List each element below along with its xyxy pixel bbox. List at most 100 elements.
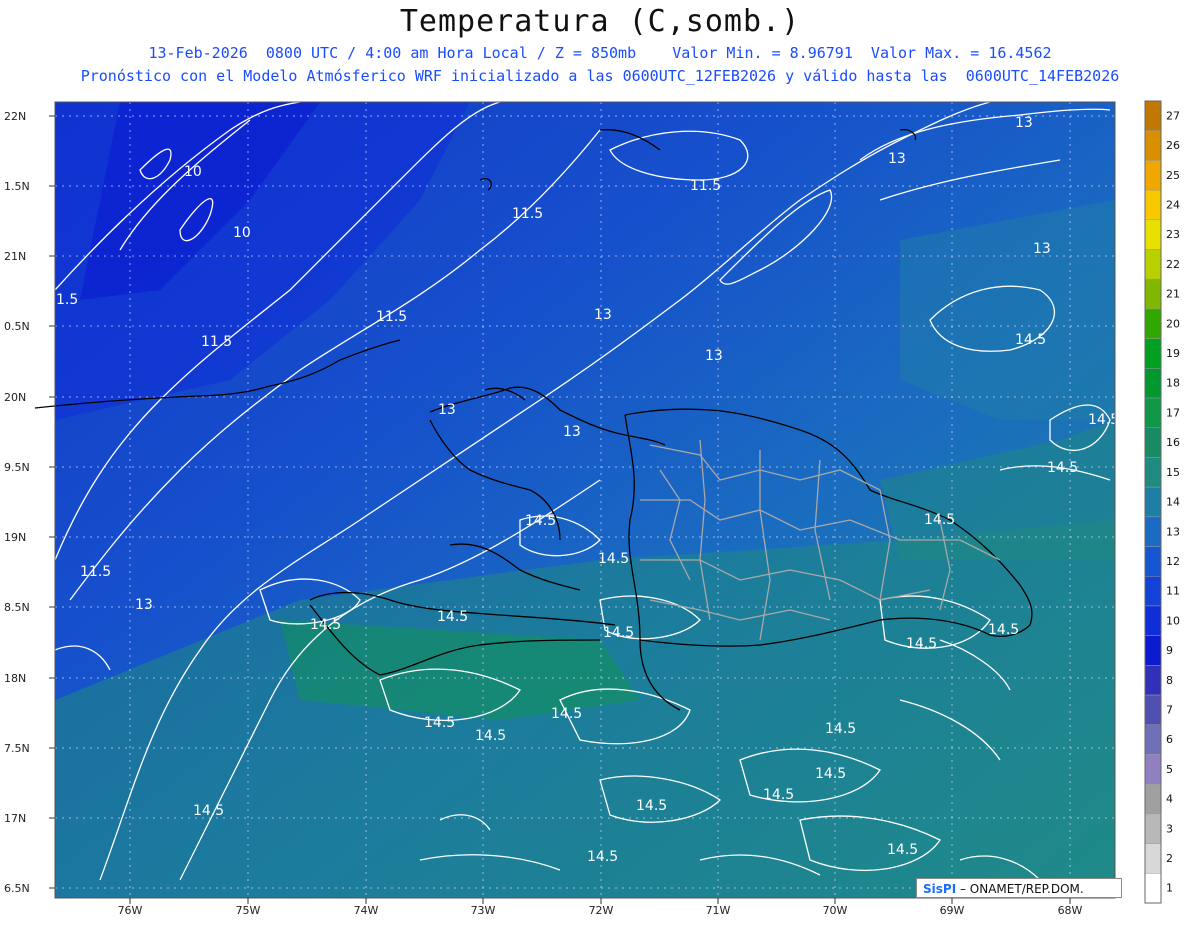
lat-label: 17N xyxy=(4,812,26,825)
contour-label: 14.5 xyxy=(603,625,634,641)
colorbar-label: 20 xyxy=(1166,317,1180,330)
temperature-field xyxy=(55,102,1115,898)
colorbar-swatch xyxy=(1144,308,1162,339)
colorbar-swatch xyxy=(1144,576,1162,607)
colorbar-label: 7 xyxy=(1166,703,1173,716)
contour-label: 14.5 xyxy=(424,715,455,731)
contour-label: 13 xyxy=(705,348,723,364)
colorbar-swatch xyxy=(1144,219,1162,250)
lat-label: 21N xyxy=(4,250,26,263)
contour-label: 11.5 xyxy=(512,206,543,222)
colorbar-label: 8 xyxy=(1166,674,1173,687)
colorbar-swatch xyxy=(1144,873,1162,904)
colorbar-swatch xyxy=(1144,516,1162,547)
colorbar-swatch xyxy=(1144,724,1162,755)
lon-label: 68W xyxy=(1058,904,1083,917)
lon-label: 70W xyxy=(823,904,848,917)
colorbar-label: 18 xyxy=(1166,377,1180,390)
contour-label: 13 xyxy=(438,402,456,418)
lon-label: 74W xyxy=(354,904,379,917)
colorbar-swatch xyxy=(1144,457,1162,488)
colorbar-label: 17 xyxy=(1166,406,1180,419)
contour-label: 14.5 xyxy=(988,622,1019,638)
lat-label: 0.5N xyxy=(4,320,30,333)
colorbar-swatch xyxy=(1144,189,1162,221)
colorbar-label: 13 xyxy=(1166,525,1180,538)
colorbar-swatch xyxy=(1144,546,1162,577)
contour-label: 14.5 xyxy=(551,706,582,722)
longitude-axis: 76W 75W 74W 73W 72W 71W 70W 69W 68W xyxy=(118,898,1083,917)
colorbar-swatch xyxy=(1144,130,1162,161)
colorbar-swatch xyxy=(1144,783,1162,815)
colorbar-swatch xyxy=(1144,427,1162,458)
colorbar-label: 2 xyxy=(1166,852,1173,865)
colorbar-label: 24 xyxy=(1166,199,1180,212)
sispi-logo: SisPI xyxy=(923,882,957,896)
colorbar-label: 14 xyxy=(1166,496,1180,509)
colorbar-label: 1 xyxy=(1166,882,1173,895)
colorbar-swatch xyxy=(1144,486,1162,518)
contour-label: 14.5 xyxy=(815,766,846,782)
colorbar-label: 15 xyxy=(1166,466,1180,479)
contour-label: 14.5 xyxy=(598,551,629,567)
contour-label: 14.5 xyxy=(193,803,224,819)
lat-label: 20N xyxy=(4,391,26,404)
colorbar-label: 26 xyxy=(1166,139,1180,152)
lon-label: 75W xyxy=(236,904,261,917)
contour-label: 14.5 xyxy=(1088,412,1119,428)
lon-label: 71W xyxy=(706,904,731,917)
contour-label: 14.5 xyxy=(437,609,468,625)
contour-label: 14.5 xyxy=(825,721,856,737)
contour-label: 11.5 xyxy=(201,334,232,350)
contour-label: 11.5 xyxy=(376,309,407,325)
lat-label: 19N xyxy=(4,531,26,544)
lon-label: 73W xyxy=(471,904,496,917)
lat-label: 8.5N xyxy=(4,601,30,614)
lat-label: 6.5N xyxy=(4,882,30,895)
latitude-axis: 22N 1.5N 21N 0.5N 20N 9.5N 19N 8.5N 18N … xyxy=(4,110,55,895)
lat-label: 1.5N xyxy=(4,180,30,193)
colorbar-label: 27 xyxy=(1166,109,1180,122)
contour-label: 11.5 xyxy=(690,178,721,194)
colorbar-label: 23 xyxy=(1166,228,1180,241)
contour-label: 14.5 xyxy=(924,512,955,528)
colorbar-swatch xyxy=(1144,249,1162,280)
contour-label: 13 xyxy=(1015,115,1033,131)
contour-label: 14.5 xyxy=(763,787,794,803)
colorbar-swatch xyxy=(1144,813,1162,844)
contour-label: 13 xyxy=(135,597,153,613)
colorbar-swatch xyxy=(1144,368,1162,399)
colorbar-swatch xyxy=(1144,635,1162,666)
lat-label: 18N xyxy=(4,672,26,685)
credit-box: SisPI – ONAMET/REP.DOM. xyxy=(916,878,1122,898)
colorbar-swatch xyxy=(1144,100,1162,131)
lon-label: 69W xyxy=(940,904,965,917)
contour-label: 14.5 xyxy=(310,617,341,633)
colorbar-label: 6 xyxy=(1166,733,1173,746)
colorbar-label: 9 xyxy=(1166,644,1173,657)
colorbar-swatch xyxy=(1144,397,1162,428)
colorbar-swatch xyxy=(1144,694,1162,726)
contour-label: 10 xyxy=(233,225,251,241)
credit-text: – ONAMET/REP.DOM. xyxy=(956,882,1084,896)
colorbar-label: 19 xyxy=(1166,347,1180,360)
contour-label: 11.5 xyxy=(80,564,111,580)
contour-label: 1.5 xyxy=(56,292,78,308)
lon-label: 76W xyxy=(118,904,143,917)
colorbar-swatch xyxy=(1144,160,1162,191)
colorbar-swatch xyxy=(1144,278,1162,310)
colorbar-label: 16 xyxy=(1166,436,1180,449)
lon-label: 72W xyxy=(589,904,614,917)
contour-label: 14.5 xyxy=(475,728,506,744)
lat-label: 22N xyxy=(4,110,26,123)
contour-label: 13 xyxy=(888,151,906,167)
colorbar-label: 21 xyxy=(1166,288,1180,301)
contour-label: 14.5 xyxy=(887,842,918,858)
colorbar-label: 25 xyxy=(1166,169,1180,182)
colorbar-swatch xyxy=(1144,754,1162,785)
lat-label: 9.5N xyxy=(4,461,30,474)
colorbar-label: 12 xyxy=(1166,555,1180,568)
colorbar-label: 4 xyxy=(1166,793,1173,806)
lat-label: 7.5N xyxy=(4,742,30,755)
contour-label: 13 xyxy=(1033,241,1051,257)
